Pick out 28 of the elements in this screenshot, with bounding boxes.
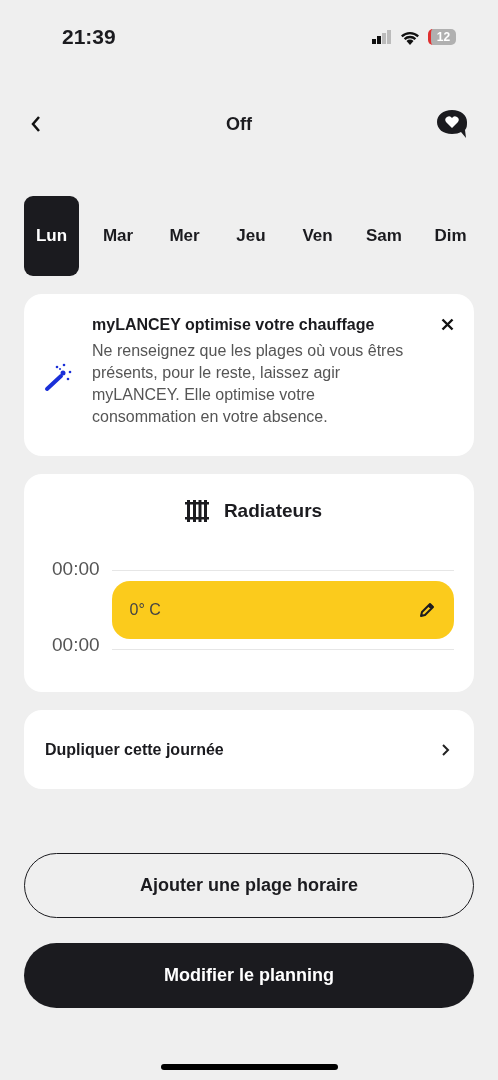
chevron-right-icon: [441, 742, 450, 757]
day-tab[interactable]: Sam: [356, 196, 412, 276]
tip-title: myLANCEY optimise votre chauffage: [92, 316, 376, 334]
day-tab[interactable]: Dim: [423, 196, 478, 276]
day-tab[interactable]: Mar: [90, 196, 146, 276]
close-icon[interactable]: [441, 318, 454, 331]
heart-chat-icon[interactable]: [436, 109, 468, 139]
status-time: 21:39: [62, 25, 116, 49]
edit-planning-button[interactable]: Modifier le planning: [24, 943, 474, 1008]
radiator-icon: [183, 500, 210, 522]
signal-icon: [372, 30, 392, 44]
schedule-title: Radiateurs: [223, 500, 323, 522]
end-time: 00:00: [52, 634, 100, 656]
magic-wand-icon: [44, 362, 74, 392]
back-icon[interactable]: [30, 115, 42, 133]
day-tab[interactable]: Mer: [157, 196, 212, 276]
start-time: 00:00: [52, 558, 100, 580]
battery-level: 12: [428, 29, 456, 45]
day-tab[interactable]: Lun: [24, 196, 79, 276]
screen-title: Off: [226, 113, 252, 135]
time-slot[interactable]: 0° C: [111, 581, 454, 639]
day-tab[interactable]: Ven: [290, 196, 345, 276]
day-tab[interactable]: Jeu: [223, 196, 279, 276]
pencil-icon[interactable]: [418, 601, 436, 619]
wifi-icon: [400, 29, 420, 45]
tip-text: Ne renseignez que les plages où vous êtres présents, pour le reste, laissez agir myLANCEY. Elle optimise votre consommation en votre absence.: [92, 341, 405, 427]
slot-temperature: 0° C: [129, 601, 161, 619]
duplicate-day-row[interactable]: Dupliquer cette journée: [24, 710, 474, 789]
